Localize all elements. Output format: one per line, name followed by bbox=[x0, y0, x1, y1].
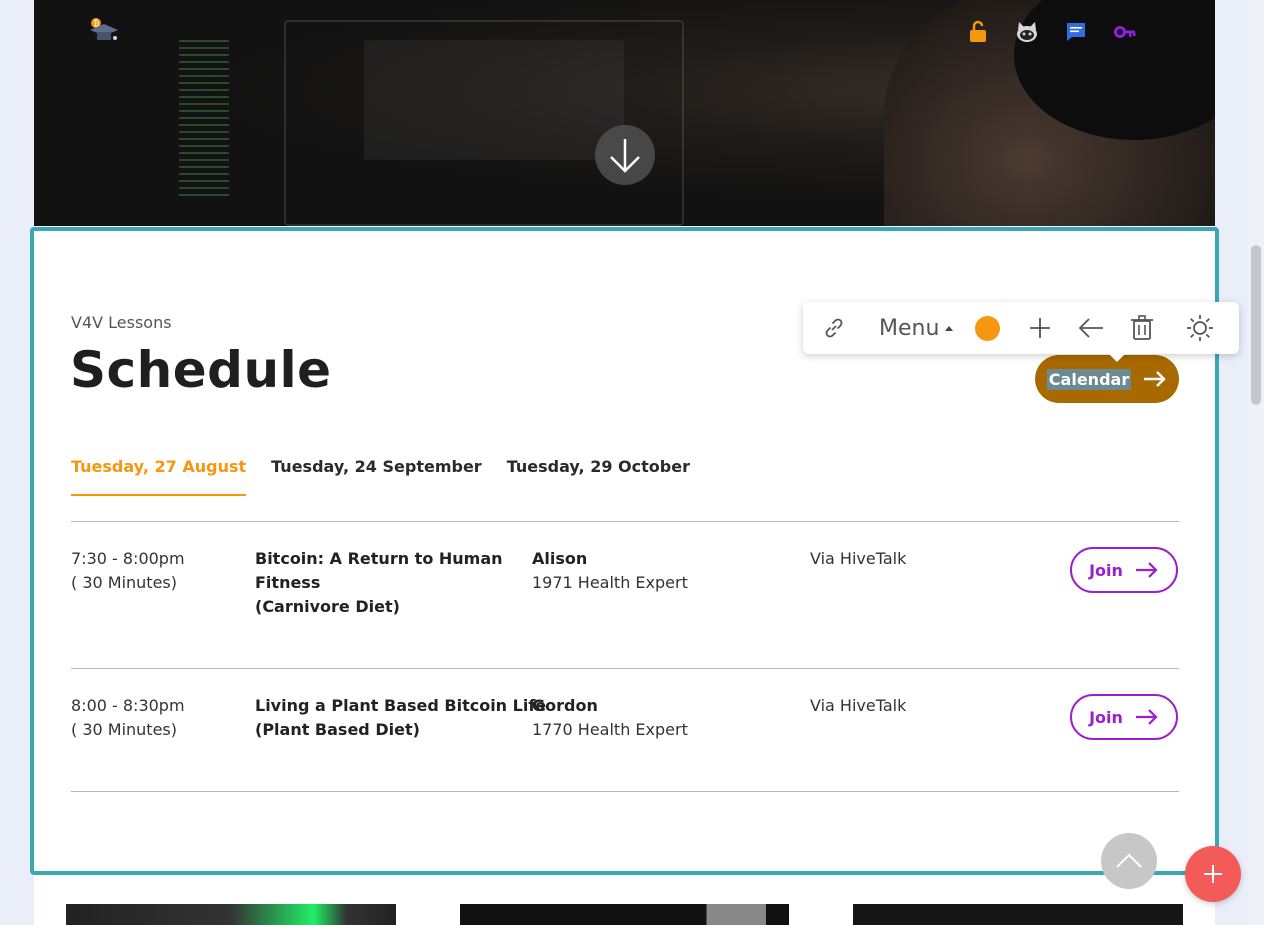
tab-date-3[interactable]: Tuesday, 29 October bbox=[507, 457, 690, 496]
join-button[interactable]: Join bbox=[1070, 547, 1178, 593]
session-time: 7:30 - 8:00pm ( 30 Minutes) bbox=[71, 547, 241, 595]
scrollbar-thumb[interactable] bbox=[1251, 245, 1261, 405]
tab-date-1[interactable]: Tuesday, 27 August bbox=[71, 457, 247, 496]
session-topic-subtitle: (Carnivore Diet) bbox=[255, 597, 400, 616]
session-duration: ( 30 Minutes) bbox=[71, 573, 177, 592]
arrow-right-icon bbox=[1135, 562, 1158, 578]
session-platform: Via HiveTalk bbox=[810, 696, 907, 715]
join-button[interactable]: Join bbox=[1070, 694, 1178, 740]
speaker-role: 1770 Health Expert bbox=[532, 720, 688, 739]
plus-icon bbox=[1204, 865, 1222, 883]
chevron-up-icon bbox=[1116, 853, 1142, 868]
caret-up-icon bbox=[945, 326, 954, 331]
session-topic-subtitle: (Plant Based Diet) bbox=[255, 720, 420, 739]
scrollbar[interactable] bbox=[1248, 0, 1264, 925]
arrow-right-icon bbox=[1144, 371, 1166, 387]
session-time: 8:00 - 8:30pm ( 30 Minutes) bbox=[71, 694, 241, 742]
chat-icon[interactable] bbox=[1064, 20, 1088, 44]
session-topic-title: Living a Plant Based Bitcoin Life bbox=[255, 696, 547, 715]
menu-label: Menu bbox=[879, 315, 940, 341]
arrow-left-icon[interactable] bbox=[1078, 318, 1104, 338]
plus-icon[interactable] bbox=[1028, 316, 1052, 340]
calendar-button[interactable]: Calendar bbox=[1035, 355, 1179, 403]
divider bbox=[71, 668, 1179, 669]
trash-icon[interactable] bbox=[1130, 315, 1154, 341]
link-icon[interactable] bbox=[821, 315, 847, 341]
hero-frame bbox=[284, 20, 684, 226]
session-time-range: 8:00 - 8:30pm bbox=[71, 696, 185, 715]
session-topic: Living a Plant Based Bitcoin Life (Plant… bbox=[255, 694, 547, 742]
speaker-name: Alison bbox=[532, 549, 588, 568]
color-swatch[interactable] bbox=[975, 315, 1001, 341]
page-title: Schedule bbox=[70, 341, 332, 399]
tab-date-2[interactable]: Tuesday, 24 September bbox=[271, 457, 482, 496]
sun-icon[interactable] bbox=[1186, 314, 1214, 342]
gallery-thumbnail[interactable] bbox=[460, 904, 789, 925]
arrow-down-icon bbox=[610, 139, 640, 173]
speaker-role: 1971 Health Expert bbox=[532, 573, 688, 592]
session-speaker: Gordon 1770 Health Expert bbox=[532, 694, 782, 742]
unlock-icon[interactable] bbox=[966, 20, 990, 44]
hero-screen-glow bbox=[179, 40, 229, 200]
scroll-down-button[interactable] bbox=[595, 125, 655, 185]
gallery-thumbnail[interactable] bbox=[853, 904, 1183, 925]
block-editor-toolbar: Menu bbox=[803, 302, 1239, 362]
key-icon[interactable] bbox=[1113, 20, 1137, 44]
add-block-button[interactable] bbox=[1185, 846, 1241, 902]
session-duration: ( 30 Minutes) bbox=[71, 720, 177, 739]
menu-dropdown[interactable]: Menu bbox=[879, 315, 954, 341]
arrow-right-icon bbox=[1135, 709, 1158, 725]
calendar-button-label: Calendar bbox=[1046, 368, 1132, 390]
session-speaker: Alison 1971 Health Expert bbox=[532, 547, 782, 595]
scroll-to-top-button[interactable] bbox=[1101, 833, 1157, 889]
header-icon-bar bbox=[966, 20, 1137, 44]
section-eyebrow: V4V Lessons bbox=[71, 313, 172, 332]
session-topic: Bitcoin: A Return to Human Fitness (Carn… bbox=[255, 547, 520, 619]
join-button-label: Join bbox=[1089, 560, 1123, 580]
date-tabs: Tuesday, 27 August Tuesday, 24 September… bbox=[71, 457, 690, 496]
logo-icon[interactable]: ₿ bbox=[88, 16, 120, 44]
session-topic-title: Bitcoin: A Return to Human Fitness bbox=[255, 549, 503, 592]
gallery-thumbnail[interactable] bbox=[66, 904, 396, 925]
join-button-label: Join bbox=[1089, 707, 1123, 727]
session-time-range: 7:30 - 8:00pm bbox=[71, 549, 185, 568]
divider bbox=[71, 521, 1179, 522]
divider bbox=[71, 791, 1179, 792]
session-platform: Via HiveTalk bbox=[810, 549, 907, 568]
speaker-name: Gordon bbox=[532, 696, 598, 715]
github-icon[interactable] bbox=[1015, 20, 1039, 44]
